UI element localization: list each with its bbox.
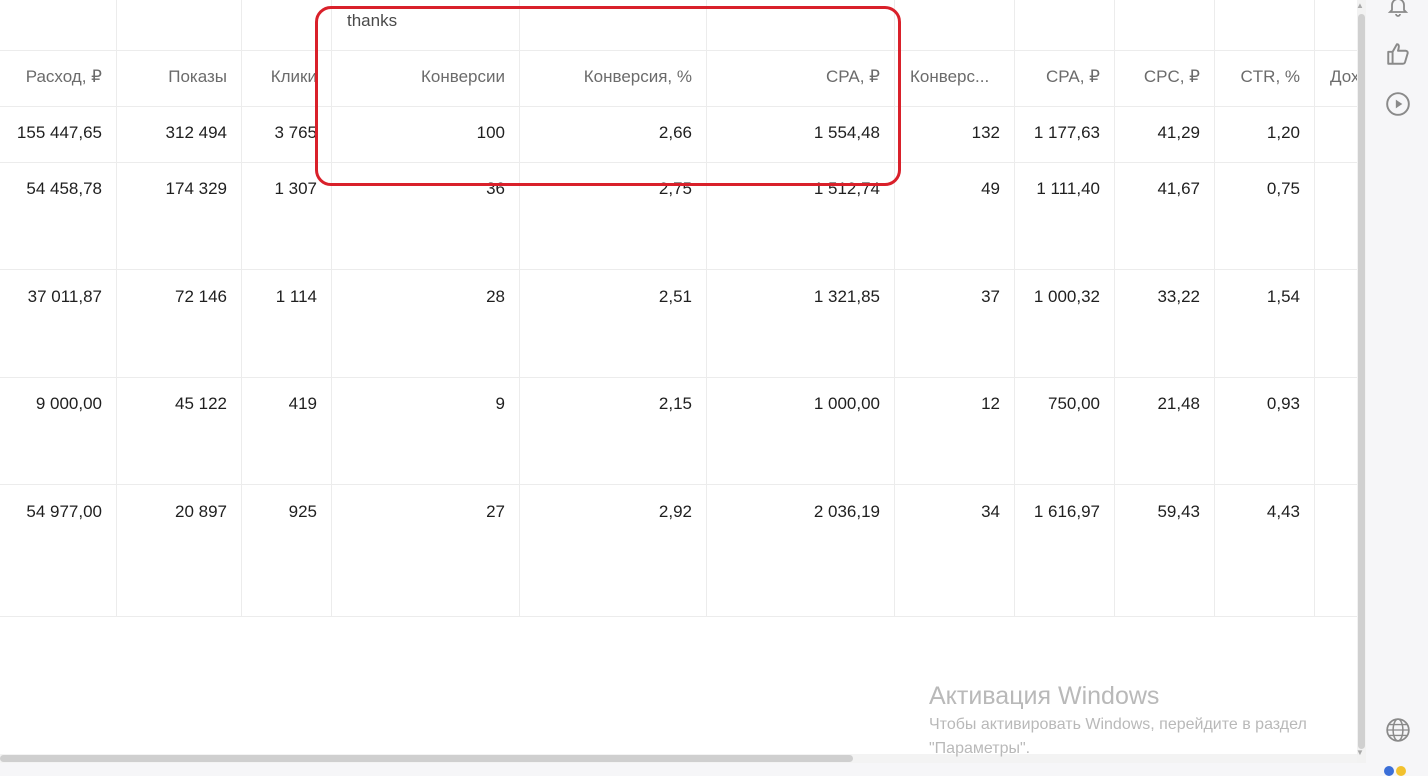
table-cell: 1,20 — [1266, 123, 1300, 142]
table-cell: 9 000,00 — [35, 394, 102, 413]
scroll-down-arrow-icon[interactable]: ▼ — [1356, 748, 1364, 757]
row-divider — [0, 377, 1357, 378]
column-header[interactable]: Конверс... — [894, 67, 1014, 87]
column-header[interactable]: CPA, ₽ — [1014, 67, 1114, 87]
table-cell: 45 122 — [175, 394, 227, 413]
column-divider — [116, 0, 117, 616]
row-divider — [0, 616, 1357, 617]
table-cell: 59,43 — [1157, 502, 1200, 521]
table-cell: 54 458,78 — [26, 179, 102, 198]
table-cell: 37 011,87 — [27, 287, 102, 306]
play-icon[interactable] — [1384, 90, 1412, 118]
table-cell: 1 307 — [274, 179, 317, 198]
table-cell: 1 321,85 — [813, 287, 880, 306]
table-cell: 21,48 — [1157, 394, 1200, 413]
windows-activation-text-2: "Параметры". — [929, 740, 1031, 757]
table-cell: 12 — [981, 394, 1000, 413]
table-cell: 54 977,00 — [26, 502, 102, 521]
column-divider — [1114, 0, 1115, 616]
table-cell: 72 146 — [175, 287, 227, 306]
row-divider — [0, 269, 1357, 270]
table-cell: 1 000,00 — [813, 394, 880, 413]
table-cell: 174 329 — [165, 179, 227, 198]
row-divider — [0, 484, 1357, 485]
table-cell: 28 — [486, 287, 505, 306]
table-cell: 750,00 — [1048, 394, 1100, 413]
column-header[interactable]: Расход, ₽ — [0, 67, 116, 87]
table-cell: 20 897 — [175, 502, 227, 521]
table-cell: 312 494 — [165, 123, 227, 142]
table-cell: 27 — [486, 502, 505, 521]
status-dot-icon — [1384, 766, 1394, 776]
table-cell: 41,67 — [1157, 179, 1200, 198]
table-cell: 2 036,19 — [813, 502, 880, 521]
table-cell: 1,54 — [1266, 287, 1300, 306]
column-header[interactable]: Показы — [116, 67, 241, 87]
table-cell: 1 616,97 — [1033, 502, 1100, 521]
table-cell: 925 — [288, 502, 317, 521]
globe-icon[interactable] — [1384, 716, 1412, 744]
highlight-annotation — [315, 6, 901, 186]
table-cell: 1 000,32 — [1033, 287, 1100, 306]
vertical-scrollbar-thumb[interactable] — [1358, 14, 1365, 749]
column-divider — [241, 0, 242, 616]
table-cell: 37 — [981, 287, 1000, 306]
table-cell: 2,92 — [658, 502, 692, 521]
horizontal-scrollbar-thumb[interactable] — [0, 755, 853, 762]
table-cell: 41,29 — [1157, 123, 1200, 142]
table-cell: 4,43 — [1266, 502, 1300, 521]
table-cell: 49 — [981, 179, 1000, 198]
column-header[interactable]: Доход — [1314, 67, 1357, 87]
column-divider — [1214, 0, 1215, 616]
table-cell: 419 — [288, 394, 317, 413]
table-cell: 0,93 — [1266, 394, 1300, 413]
table-cell: 2,51 — [658, 287, 692, 306]
table-cell: 1 177,63 — [1033, 123, 1100, 142]
table-cell: 155 447,65 — [16, 123, 102, 142]
column-header[interactable]: CTR, % — [1214, 67, 1314, 87]
thumbs-up-icon[interactable] — [1384, 40, 1412, 68]
windows-activation-title: Активация Windows — [929, 682, 1160, 710]
windows-activation-text: Чтобы активировать Windows, перейдите в … — [929, 716, 1307, 733]
column-header[interactable]: CPC, ₽ — [1114, 67, 1214, 87]
table-cell: 9 — [495, 394, 505, 413]
column-divider — [1014, 0, 1015, 616]
table-cell: 34 — [981, 502, 1000, 521]
table-cell: 33,22 — [1157, 287, 1200, 306]
column-divider — [1314, 0, 1315, 616]
table-cell: 2,15 — [658, 394, 692, 413]
status-dot-icon — [1396, 766, 1406, 776]
table-cell: 1 114 — [275, 287, 317, 306]
table-cell: 0,75 — [1266, 179, 1300, 198]
bell-icon[interactable] — [1384, 0, 1412, 20]
window-bottom-edge — [0, 763, 1366, 776]
scroll-up-arrow-icon[interactable]: ▲ — [1356, 1, 1364, 10]
table-cell: 1 111,40 — [1036, 179, 1100, 198]
table-cell: 132 — [971, 123, 1000, 142]
